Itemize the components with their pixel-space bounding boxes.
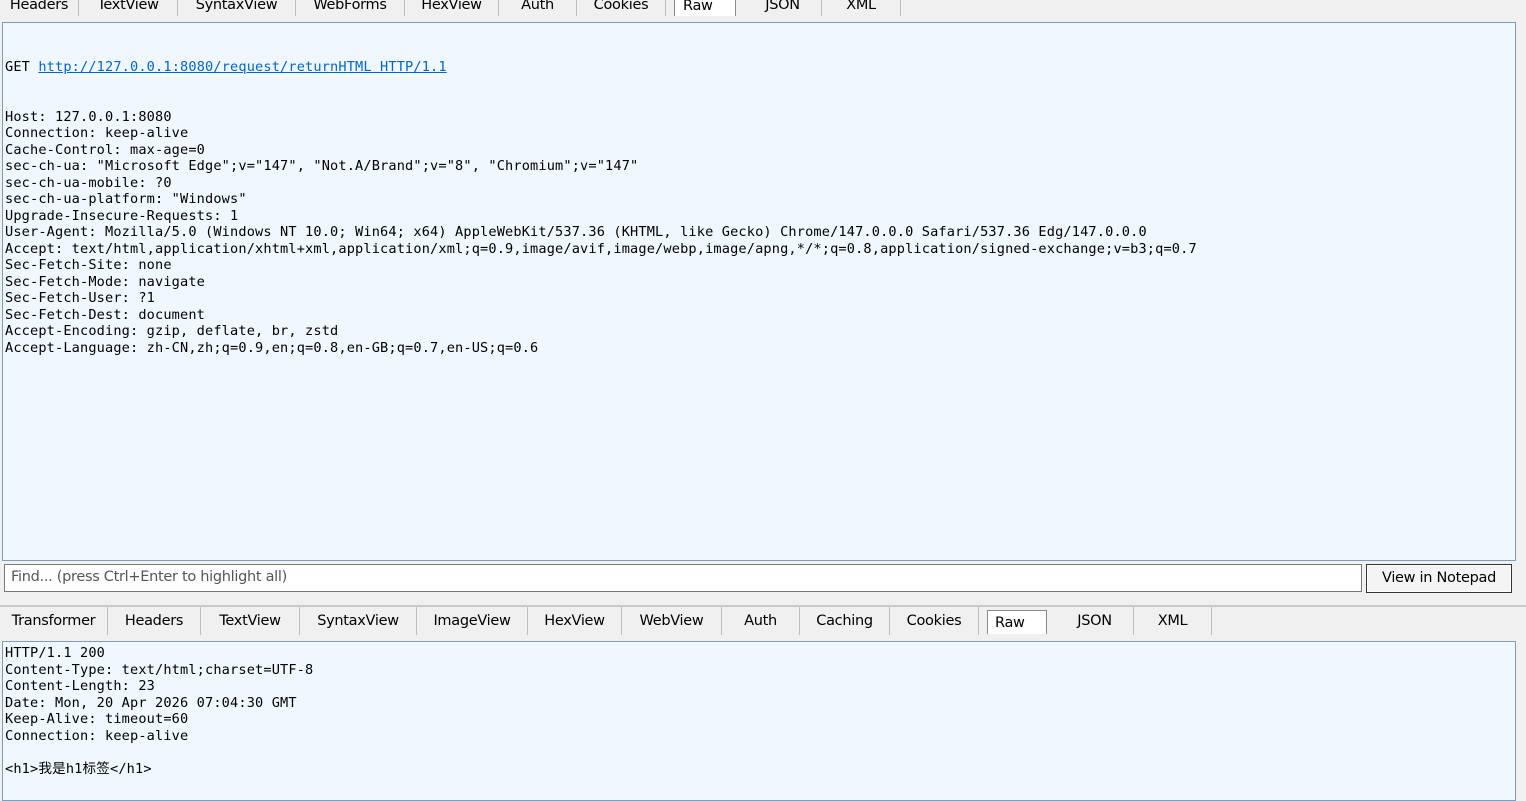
tab-request-json[interactable]: JSON	[744, 0, 822, 16]
response-header-line	[5, 744, 1513, 761]
tab-request-syntaxview[interactable]: SyntaxView	[178, 0, 296, 16]
tab-label: ImageView	[433, 613, 511, 629]
request-raw-view[interactable]: GET http://127.0.0.1:8080/request/return…	[2, 22, 1516, 561]
tab-request-headers[interactable]: Headers	[0, 0, 79, 16]
response-header-line: Keep-Alive: timeout=60	[5, 711, 189, 727]
tab-label: JSON	[1077, 613, 1112, 629]
tab-label: Transformer	[11, 613, 96, 629]
tab-label: JSON	[765, 0, 800, 13]
request-line: GET http://127.0.0.1:8080/request/return…	[5, 59, 1513, 76]
request-header-line: Upgrade-Insecure-Requests: 1	[5, 207, 239, 224]
request-url-link[interactable]: http://127.0.0.1:8080/request/returnHTML…	[38, 59, 446, 75]
request-header-line: sec-ch-ua-platform: "Windows"	[5, 191, 247, 207]
tab-label: TextView	[97, 0, 159, 13]
request-header-line: Sec-Fetch-Mode: navigate	[5, 273, 206, 290]
tab-response-textview[interactable]: TextView	[201, 607, 300, 635]
request-method: GET	[5, 59, 39, 75]
response-body-line: <h1>我是h1标签</h1>	[5, 760, 152, 777]
request-header-line: Accept-Language: zh-CN,zh;q=0.9,en;q=0.8…	[5, 339, 539, 356]
tab-response-transformer[interactable]: Transformer	[0, 607, 108, 635]
tab-response-syntaxview[interactable]: SyntaxView	[300, 607, 417, 635]
tab-response-webview[interactable]: WebView	[622, 607, 722, 635]
tab-label: XML	[1157, 613, 1188, 629]
tab-label: WebForms	[313, 0, 387, 13]
response-inspector-tabs: Transformer Headers TextView SyntaxView …	[0, 605, 1526, 635]
request-header-line: Accept: text/html,application/xhtml+xml,…	[5, 240, 1197, 257]
tab-request-raw[interactable]: Raw	[674, 0, 736, 16]
response-header-line: Date: Mon, 20 Apr 2026 07:04:30 GMT	[5, 694, 297, 711]
tab-label: HexView	[544, 613, 605, 629]
view-in-notepad-button[interactable]: View in Notepad	[1366, 564, 1512, 593]
tab-label: Caching	[816, 613, 873, 629]
request-header-line: sec-ch-ua: "Microsoft Edge";v="147", "No…	[5, 158, 639, 174]
request-inspector-tabs: Headers TextView SyntaxView WebForms Hex…	[0, 0, 1526, 16]
response-header-line: Connection: keep-alive	[5, 727, 189, 744]
tab-label: Raw	[995, 615, 1025, 631]
tab-response-cookies[interactable]: Cookies	[890, 607, 979, 635]
tab-response-caching[interactable]: Caching	[800, 607, 890, 635]
response-status-line: HTTP/1.1 200	[5, 645, 106, 661]
tab-label: Cookies	[593, 0, 649, 13]
tab-label: Headers	[9, 0, 69, 13]
tab-response-json[interactable]: JSON	[1056, 607, 1134, 635]
request-header-line: Host: 127.0.0.1:8080	[5, 108, 172, 125]
response-raw-view[interactable]: HTTP/1.1 200 Content-Type: text/html;char…	[2, 641, 1516, 801]
tab-label: Cookies	[906, 613, 962, 629]
tab-response-hexview[interactable]: HexView	[528, 607, 622, 635]
response-header-line: Content-Length: 23	[5, 678, 156, 694]
tab-request-cookies[interactable]: Cookies	[577, 0, 666, 16]
tab-request-webforms[interactable]: WebForms	[296, 0, 405, 16]
tab-label: TextView	[219, 613, 281, 629]
request-header-line: Connection: keep-alive	[5, 125, 189, 141]
tab-label: SyntaxView	[195, 0, 278, 13]
tab-response-headers[interactable]: Headers	[108, 607, 201, 635]
tab-response-xml[interactable]: XML	[1134, 607, 1212, 635]
request-header-line: Sec-Fetch-Site: none	[5, 257, 172, 273]
tab-request-hexview[interactable]: HexView	[405, 0, 499, 16]
tab-label: HexView	[421, 0, 482, 13]
pane-splitter[interactable]	[0, 598, 1526, 604]
tab-label: Auth	[521, 0, 554, 13]
tab-request-xml[interactable]: XML	[822, 0, 901, 16]
tab-label: Raw	[683, 0, 713, 14]
find-input[interactable]: Find... (press Ctrl+Enter to highlight a…	[4, 564, 1362, 592]
tab-response-raw[interactable]: Raw	[987, 610, 1047, 634]
response-raw-text: HTTP/1.1 200 Content-Type: text/html;char…	[3, 642, 1515, 777]
request-header-line: User-Agent: Mozilla/5.0 (Windows NT 10.0…	[5, 224, 1147, 240]
request-raw-text: GET http://127.0.0.1:8080/request/return…	[3, 23, 1515, 356]
request-header-line: Sec-Fetch-Dest: document	[5, 306, 206, 323]
tab-label: WebView	[639, 613, 704, 629]
tab-response-imageview[interactable]: ImageView	[417, 607, 528, 635]
tab-label: Auth	[744, 613, 777, 629]
tab-request-textview[interactable]: TextView	[79, 0, 178, 16]
tab-label: XML	[846, 0, 876, 13]
request-header-line: Cache-Control: max-age=0	[5, 141, 206, 158]
tab-label: SyntaxView	[317, 613, 399, 629]
request-header-line: Accept-Encoding: gzip, deflate, br, zstd	[5, 323, 339, 339]
request-header-line: Sec-Fetch-User: ?1	[5, 290, 156, 306]
request-header-line: sec-ch-ua-mobile: ?0	[5, 174, 172, 191]
response-header-line: Content-Type: text/html;charset=UTF-8	[5, 661, 314, 678]
tab-request-auth[interactable]: Auth	[499, 0, 577, 16]
tab-label: Headers	[124, 613, 184, 629]
tab-response-auth[interactable]: Auth	[722, 607, 800, 635]
